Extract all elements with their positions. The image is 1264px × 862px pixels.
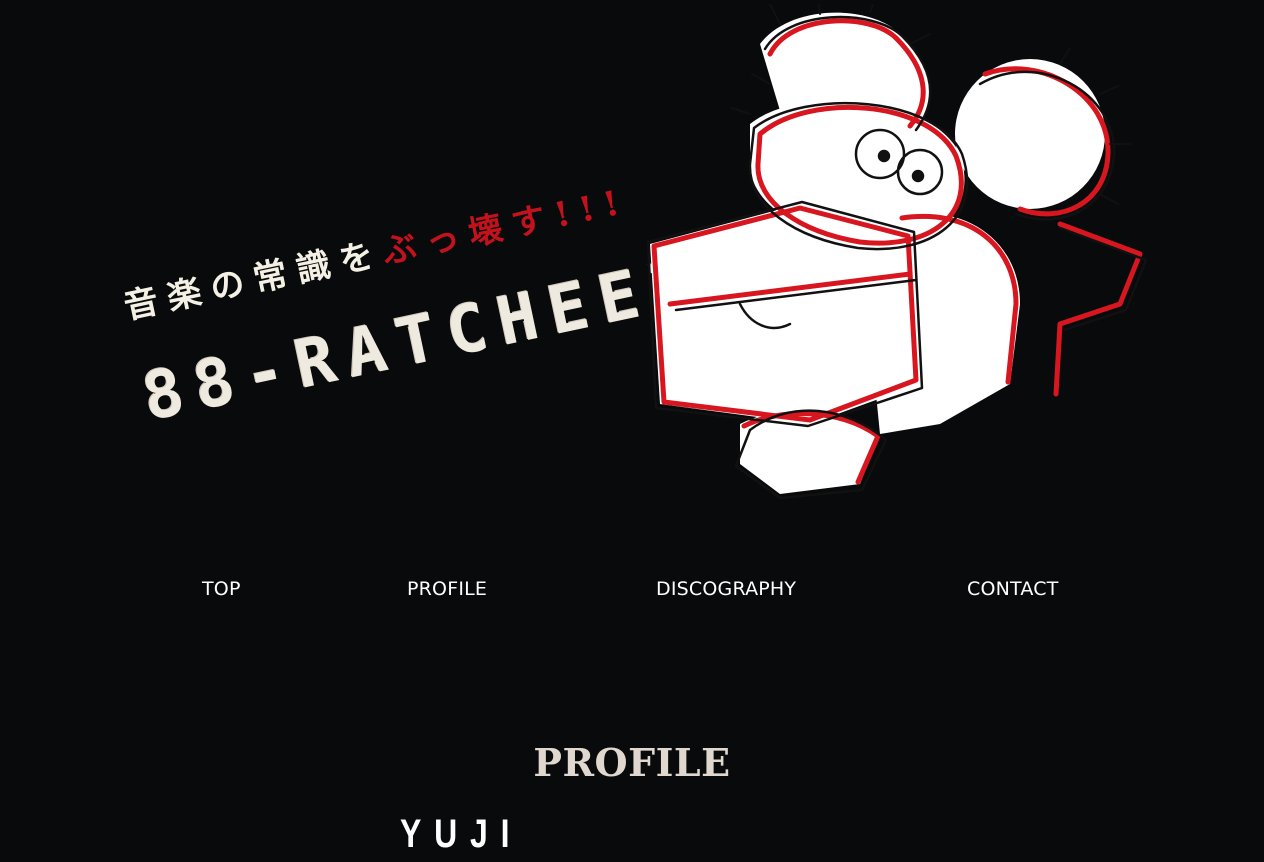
section-title: PROFILE	[533, 739, 731, 785]
member-name: YUJI	[400, 812, 523, 856]
nav-item-top[interactable]: TOP	[202, 578, 241, 600]
nav-item-contact[interactable]: CONTACT	[967, 578, 1059, 600]
main-nav: TOP PROFILE DISCOGRAPHY CONTACT	[0, 578, 1264, 610]
tagline-accent: ぶっ壊す!!!	[378, 181, 633, 273]
hero-banner: 音楽の常識をぶっ壊す!!! 88-RATCHEEZ	[0, 0, 1264, 540]
rat-mascot-illustration-icon	[646, 4, 1148, 500]
band-logo: 音楽の常識をぶっ壊す!!! 88-RATCHEEZ	[118, 110, 718, 436]
tagline-prefix: 音楽の常識を	[120, 233, 388, 328]
nav-item-profile[interactable]: PROFILE	[407, 578, 487, 600]
nav-item-discography[interactable]: DISCOGRAPHY	[656, 578, 796, 600]
